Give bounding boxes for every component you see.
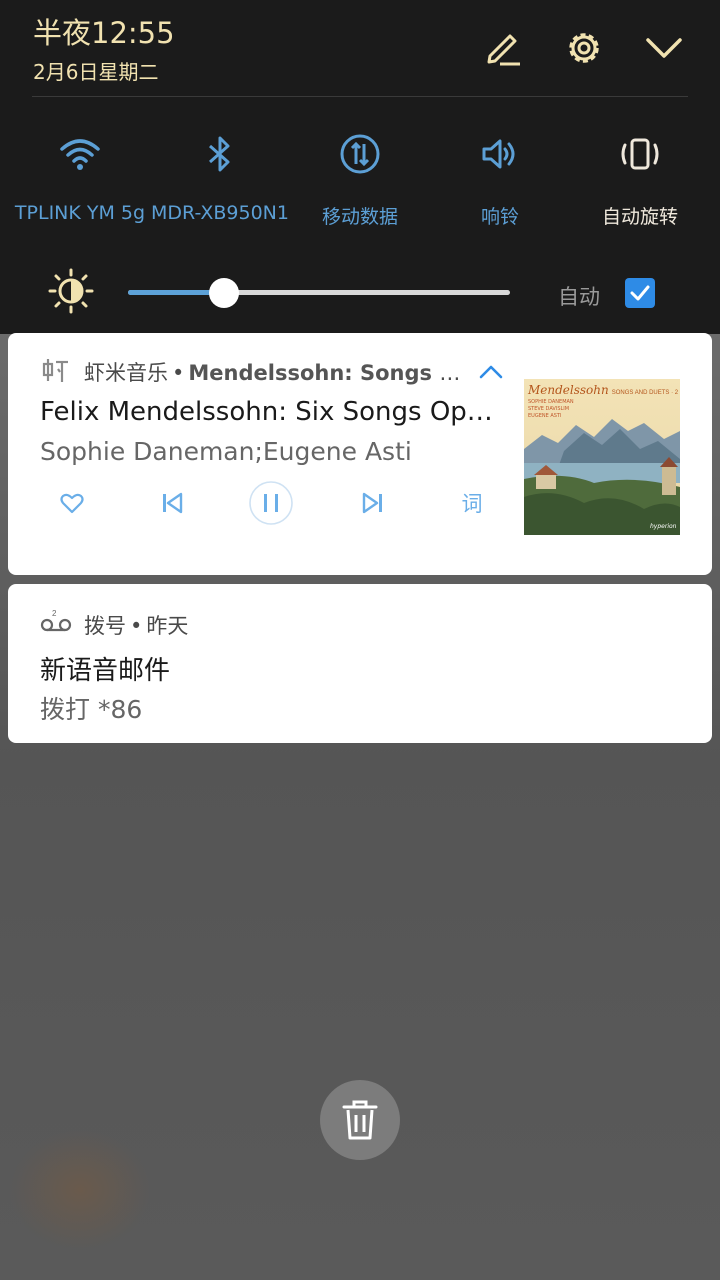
voicemail-title: 新语音邮件 <box>40 656 171 686</box>
song-artist: Sophie Daneman;Eugene Asti <box>40 437 412 466</box>
clock-date: 2月6日星期二 <box>33 60 159 84</box>
voicemail-text: 拨打 *86 <box>40 695 143 724</box>
brightness-slider-thumb[interactable] <box>208 278 239 308</box>
mobile-data-icon <box>340 134 380 174</box>
tile-auto-rotate[interactable]: 自动旋转 <box>570 130 710 229</box>
trash-icon <box>342 1100 378 1140</box>
album-title: Mendelssohn SONGS AND DUETS · 2 <box>528 383 679 397</box>
tile-bluetooth[interactable]: MDR-XB950N1 <box>150 130 290 224</box>
album-art: Mendelssohn SONGS AND DUETS · 2 SOPHIE DA… <box>524 379 680 535</box>
separator-dot: • <box>172 361 185 385</box>
edit-icon[interactable] <box>480 24 528 72</box>
voicemail-notification[interactable]: 2 拨号 • 昨天 新语音邮件 拨打 *86 <box>8 584 712 743</box>
pause-button[interactable] <box>249 481 293 525</box>
music-app-header: 虾米音乐 • Mendelssohn: Songs a… <box>84 357 474 387</box>
tile-ring-label: 响铃 <box>480 206 519 228</box>
collapse-chevron-icon[interactable] <box>640 24 688 72</box>
music-app-name: 虾米音乐 <box>84 361 168 385</box>
header-divider <box>32 96 688 97</box>
separator-dot: • <box>130 614 143 638</box>
voicemail-icon: 2 <box>40 609 72 632</box>
like-button[interactable] <box>50 481 94 525</box>
settings-icon[interactable] <box>560 24 608 72</box>
auto-brightness-label: 自动 <box>558 285 600 309</box>
auto-rotate-icon <box>621 138 659 170</box>
voicemail-time: 昨天 <box>146 614 189 638</box>
heart-icon <box>60 493 84 514</box>
brightness-icon <box>48 268 94 314</box>
tile-ring[interactable]: 响铃 <box>430 130 570 229</box>
clock-time: 半夜12:55 <box>33 16 175 50</box>
skip-previous-icon <box>163 492 183 514</box>
music-notification[interactable]: 虾米音乐 • Mendelssohn: Songs a… Felix Mendels… <box>8 333 712 575</box>
wifi-icon <box>60 139 100 170</box>
brightness-slider-track[interactable] <box>128 290 510 295</box>
next-button[interactable] <box>351 481 395 525</box>
album-publisher: hyperion <box>650 523 677 530</box>
xiami-app-icon <box>42 359 68 382</box>
tile-wifi[interactable]: TPLINK YM 5g <box>10 130 150 224</box>
tile-mobile-data[interactable]: 移动数据 <box>290 130 430 229</box>
skip-next-icon <box>362 492 382 514</box>
lyrics-button[interactable]: 词 <box>450 481 494 525</box>
tile-mobile-data-label: 移动数据 <box>321 206 398 228</box>
album-credits: SOPHIE DANEMAN STEVE DAVISLIM EUGENE AST… <box>528 399 574 419</box>
checkmark-icon <box>630 285 650 301</box>
svg-text:2: 2 <box>52 609 57 618</box>
clear-all-button[interactable] <box>320 1080 400 1160</box>
dialer-app-name: 拨号 <box>84 614 126 638</box>
chevron-up-icon[interactable] <box>476 357 506 387</box>
previous-button[interactable] <box>150 481 194 525</box>
song-title: Felix Mendelssohn: Six Songs Op.3… <box>40 397 500 427</box>
auto-brightness-checkbox[interactable] <box>625 278 655 308</box>
voicemail-app-header: 拨号 • 昨天 <box>84 610 188 640</box>
tile-wifi-label: TPLINK YM 5g <box>14 202 146 224</box>
music-header-title: Mendelssohn: Songs a… <box>188 361 474 385</box>
pause-icon <box>249 481 293 525</box>
bluetooth-icon <box>209 136 230 172</box>
tile-auto-rotate-label: 自动旋转 <box>601 206 678 228</box>
quick-settings-panel: 半夜12:55 2月6日星期二 TPLINK YM 5g MDR-XB950N1 <box>0 0 720 334</box>
tile-bluetooth-label: MDR-XB950N1 <box>151 202 289 224</box>
ring-volume-icon <box>482 139 515 169</box>
